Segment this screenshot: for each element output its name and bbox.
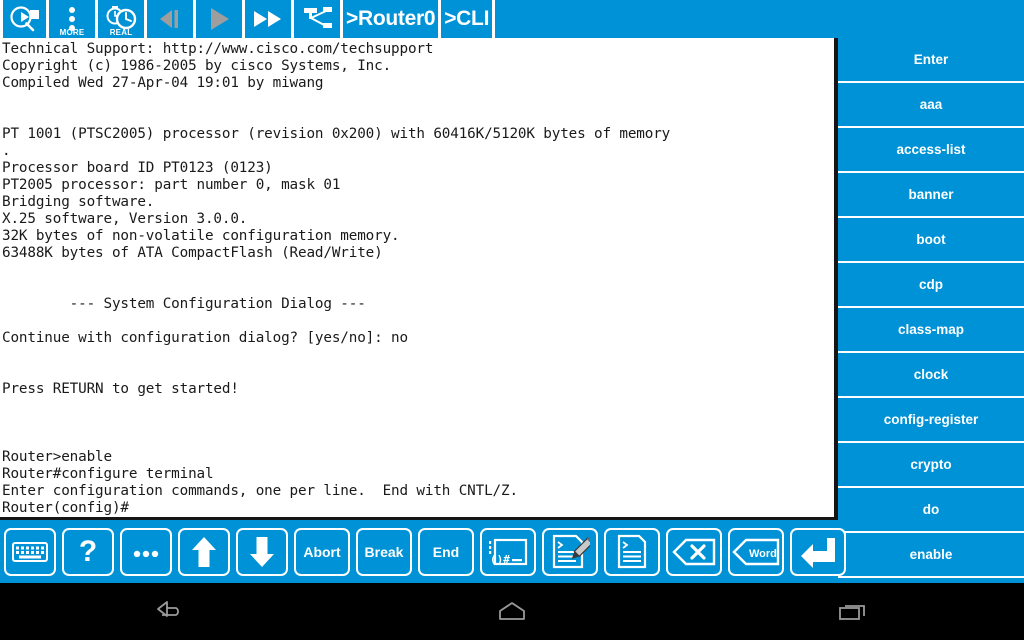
breadcrumb-tab[interactable]: >CLI bbox=[441, 0, 496, 38]
more-button[interactable]: MORE bbox=[49, 0, 98, 38]
home-icon bbox=[499, 601, 525, 620]
android-recents-button[interactable] bbox=[808, 592, 898, 632]
command-item[interactable]: clock bbox=[838, 353, 1024, 398]
top-toolbar: MORE REAL >Router0 >CLI bbox=[0, 0, 1024, 38]
console-key[interactable]: ()# bbox=[480, 527, 536, 576]
command-suggestion-list[interactable]: Enter aaa access-list banner boot cdp class-ma… bbox=[838, 38, 1024, 583]
topology-button[interactable] bbox=[294, 0, 343, 38]
show-config-key[interactable] bbox=[604, 527, 660, 576]
android-home-button[interactable] bbox=[467, 592, 557, 632]
cli-terminal-output[interactable]: Technical Support: http://www.cisco.com/… bbox=[0, 38, 834, 517]
realtime-button-label: REAL bbox=[109, 28, 133, 37]
android-nav-bar bbox=[0, 583, 1024, 640]
back-arrow-icon bbox=[156, 600, 179, 617]
recents-icon bbox=[839, 604, 866, 620]
command-item[interactable]: boot bbox=[838, 218, 1024, 263]
enter-key[interactable] bbox=[790, 527, 846, 576]
svg-text:()#: ()# bbox=[490, 553, 510, 566]
topology-icon bbox=[300, 0, 334, 38]
end-key[interactable]: End bbox=[418, 527, 474, 576]
packet-tracer-cli-screen: MORE REAL >Router0 >CLI Technical Suppor… bbox=[0, 0, 1024, 640]
fast-forward-button[interactable] bbox=[245, 0, 294, 38]
terminal-panel: Technical Support: http://www.cisco.com/… bbox=[0, 38, 838, 520]
document-pencil-icon bbox=[550, 534, 590, 570]
command-item[interactable]: cdp bbox=[838, 263, 1024, 308]
command-item[interactable]: Enter bbox=[838, 38, 1024, 83]
help-key[interactable]: ? bbox=[62, 527, 114, 576]
breadcrumb-device[interactable]: >Router0 bbox=[343, 0, 442, 38]
virtual-key-row: ? Abort Break End ()# Word bbox=[0, 520, 846, 583]
toolbar-spacer bbox=[495, 0, 1024, 38]
edit-config-key[interactable] bbox=[542, 527, 598, 576]
enter-arrow-icon bbox=[799, 536, 837, 568]
fast-forward-icon bbox=[251, 0, 285, 38]
camera-magnifier-icon bbox=[8, 0, 42, 38]
keyboard-key[interactable] bbox=[4, 527, 56, 576]
android-back-button[interactable] bbox=[126, 592, 216, 632]
realtime-button[interactable]: REAL bbox=[98, 0, 147, 38]
backspace-x-icon bbox=[672, 538, 716, 566]
backspace-word-icon: Word bbox=[732, 538, 780, 566]
backspace-key[interactable] bbox=[666, 527, 722, 576]
command-item[interactable]: config-register bbox=[838, 398, 1024, 443]
arrow-up-icon bbox=[191, 535, 217, 569]
command-item[interactable]: class-map bbox=[838, 308, 1024, 353]
arrow-up-key[interactable] bbox=[178, 527, 230, 576]
command-item[interactable]: access-list bbox=[838, 128, 1024, 173]
inspect-icon-button[interactable] bbox=[0, 0, 49, 38]
keyboard-icon bbox=[12, 541, 48, 563]
command-item[interactable]: crypto bbox=[838, 443, 1024, 488]
command-item[interactable]: do bbox=[838, 488, 1024, 533]
console-window-icon: ()# bbox=[488, 537, 528, 567]
question-mark-icon: ? bbox=[78, 534, 98, 568]
document-icon bbox=[615, 534, 649, 570]
break-key[interactable]: Break bbox=[356, 527, 412, 576]
command-item[interactable]: aaa bbox=[838, 83, 1024, 128]
more-button-label: MORE bbox=[59, 28, 85, 37]
command-item[interactable]: enable bbox=[838, 533, 1024, 578]
step-back-icon bbox=[155, 0, 185, 38]
play-button[interactable] bbox=[196, 0, 245, 38]
arrow-down-key[interactable] bbox=[236, 527, 288, 576]
step-back-button[interactable] bbox=[147, 0, 196, 38]
abort-key[interactable]: Abort bbox=[294, 527, 350, 576]
arrow-down-icon bbox=[249, 535, 275, 569]
ellipsis-icon bbox=[131, 547, 161, 557]
ellipsis-key[interactable] bbox=[120, 527, 172, 576]
svg-text:Word: Word bbox=[749, 548, 777, 560]
command-item[interactable]: banner bbox=[838, 173, 1024, 218]
play-icon bbox=[204, 0, 234, 38]
delete-word-key[interactable]: Word bbox=[728, 527, 784, 576]
